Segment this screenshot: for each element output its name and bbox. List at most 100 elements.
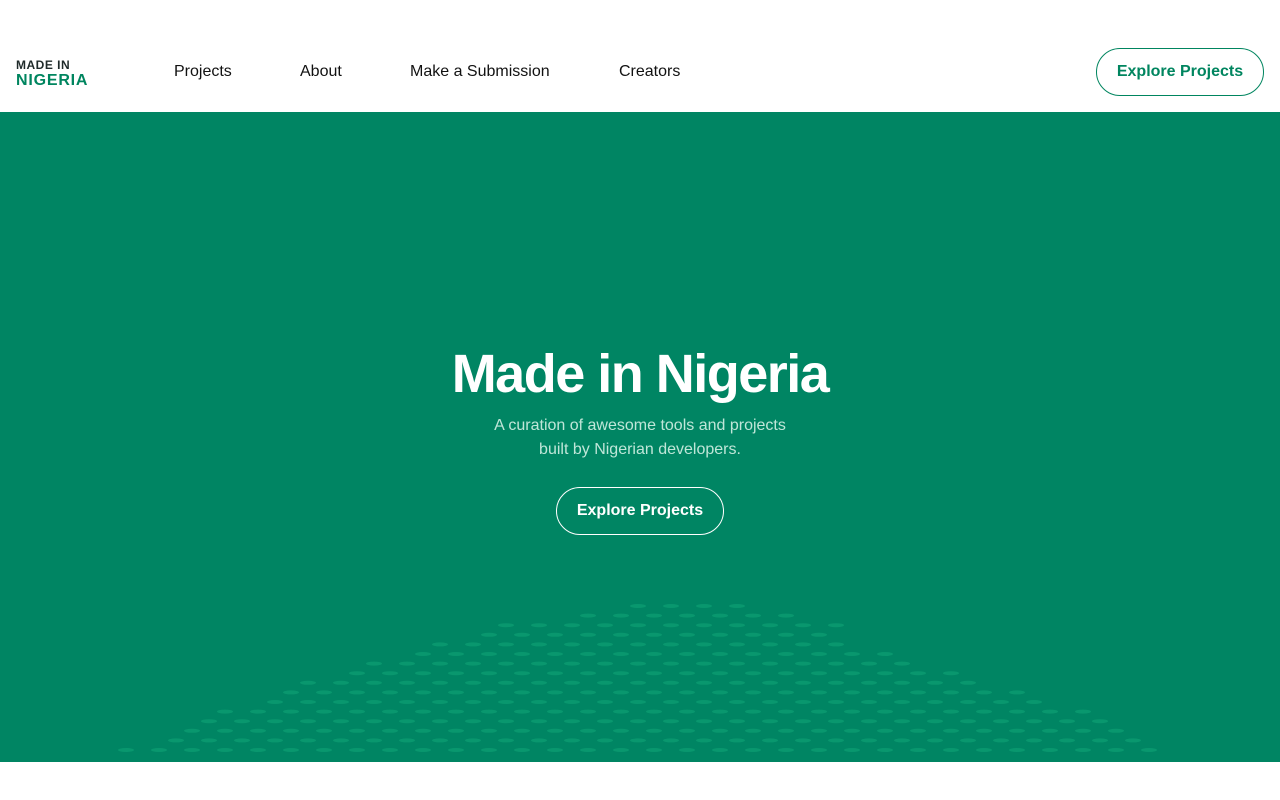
map-dot <box>811 690 827 695</box>
map-dot <box>316 748 332 752</box>
map-dot <box>993 700 1009 704</box>
map-dot <box>712 652 728 656</box>
map-dot <box>696 604 712 608</box>
map-dot <box>943 748 959 752</box>
map-dot <box>894 680 910 685</box>
map-dot <box>151 748 167 752</box>
map-dot <box>877 728 893 733</box>
map-dot <box>184 748 200 752</box>
map-dot <box>531 700 547 704</box>
map-dot <box>597 623 613 628</box>
map-dot <box>234 738 250 743</box>
map-dot <box>465 642 481 647</box>
map-dot <box>630 738 646 743</box>
map-dot <box>597 642 613 647</box>
map-dot <box>712 632 728 637</box>
map-dot <box>894 738 910 743</box>
map-dot <box>663 661 679 666</box>
map-dot <box>382 671 398 676</box>
map-dot <box>597 700 613 704</box>
map-dot <box>795 680 811 685</box>
map-dot <box>927 738 943 743</box>
map-dot <box>646 632 662 637</box>
map-dot <box>679 671 695 676</box>
map-dot <box>828 623 844 628</box>
map-dot <box>910 690 926 695</box>
map-dot <box>630 604 646 608</box>
nav-link-creators[interactable]: Creators <box>619 61 680 83</box>
hero-explore-projects-button[interactable]: Explore Projects <box>556 487 724 535</box>
header-explore-projects-button[interactable]: Explore Projects <box>1096 48 1264 96</box>
map-dot <box>861 680 877 685</box>
made-in-nigeria-logo[interactable]: MADE IN NIGERIA <box>16 59 106 89</box>
map-dot <box>910 748 926 752</box>
map-dot <box>333 719 349 724</box>
map-dot <box>1009 709 1025 714</box>
map-dot <box>217 709 233 714</box>
map-dot <box>300 719 316 724</box>
map-dot <box>960 738 976 743</box>
map-dot <box>795 642 811 647</box>
map-dot <box>646 728 662 733</box>
map-dot <box>283 748 299 752</box>
map-dot <box>844 652 860 656</box>
map-dot <box>943 690 959 695</box>
map-dot <box>1108 728 1124 733</box>
map-dot <box>1075 728 1091 733</box>
map-dot <box>465 738 481 743</box>
map-dot <box>778 690 794 695</box>
nav-link-about[interactable]: About <box>300 61 342 83</box>
map-dot <box>943 709 959 714</box>
map-dot <box>597 661 613 666</box>
map-dot <box>1092 738 1108 743</box>
map-dot <box>465 680 481 685</box>
map-dot <box>729 623 745 628</box>
map-dot <box>811 709 827 714</box>
map-dot <box>696 700 712 704</box>
map-dot <box>498 738 514 743</box>
map-dot <box>531 642 547 647</box>
map-dot <box>415 748 431 752</box>
map-dot <box>118 748 134 752</box>
map-dot <box>448 728 464 733</box>
map-dot <box>349 748 365 752</box>
map-dot <box>795 661 811 666</box>
map-dot <box>613 728 629 733</box>
map-dot <box>349 690 365 695</box>
map-dot <box>679 652 695 656</box>
map-dot <box>828 642 844 647</box>
nav-link-make-a-submission[interactable]: Make a Submission <box>410 61 550 83</box>
map-dot <box>1042 728 1058 733</box>
map-dot <box>976 709 992 714</box>
hero-section: Made in Nigeria A curation of awesome to… <box>0 112 1280 762</box>
map-dot <box>250 709 266 714</box>
map-dot <box>1092 719 1108 724</box>
map-dot <box>168 738 184 743</box>
map-dot <box>201 719 217 724</box>
map-dot <box>531 719 547 724</box>
map-dot <box>547 748 563 752</box>
nav-link-projects[interactable]: Projects <box>174 61 232 83</box>
map-dot <box>663 642 679 647</box>
map-dot <box>1108 748 1124 752</box>
map-dot <box>415 728 431 733</box>
map-dot <box>828 661 844 666</box>
map-dot <box>564 623 580 628</box>
map-dot <box>696 661 712 666</box>
map-dot <box>811 632 827 637</box>
map-dot <box>745 748 761 752</box>
map-dot <box>366 661 382 666</box>
map-dot <box>795 719 811 724</box>
map-dot <box>613 748 629 752</box>
map-dot <box>976 690 992 695</box>
map-dot <box>745 709 761 714</box>
map-dot <box>366 700 382 704</box>
map-dot <box>630 719 646 724</box>
map-dot <box>877 709 893 714</box>
map-dot <box>432 680 448 685</box>
map-dot <box>382 728 398 733</box>
map-dot <box>597 680 613 685</box>
map-dot <box>960 719 976 724</box>
map-dot <box>531 680 547 685</box>
hero-title: Made in Nigeria <box>451 344 830 404</box>
